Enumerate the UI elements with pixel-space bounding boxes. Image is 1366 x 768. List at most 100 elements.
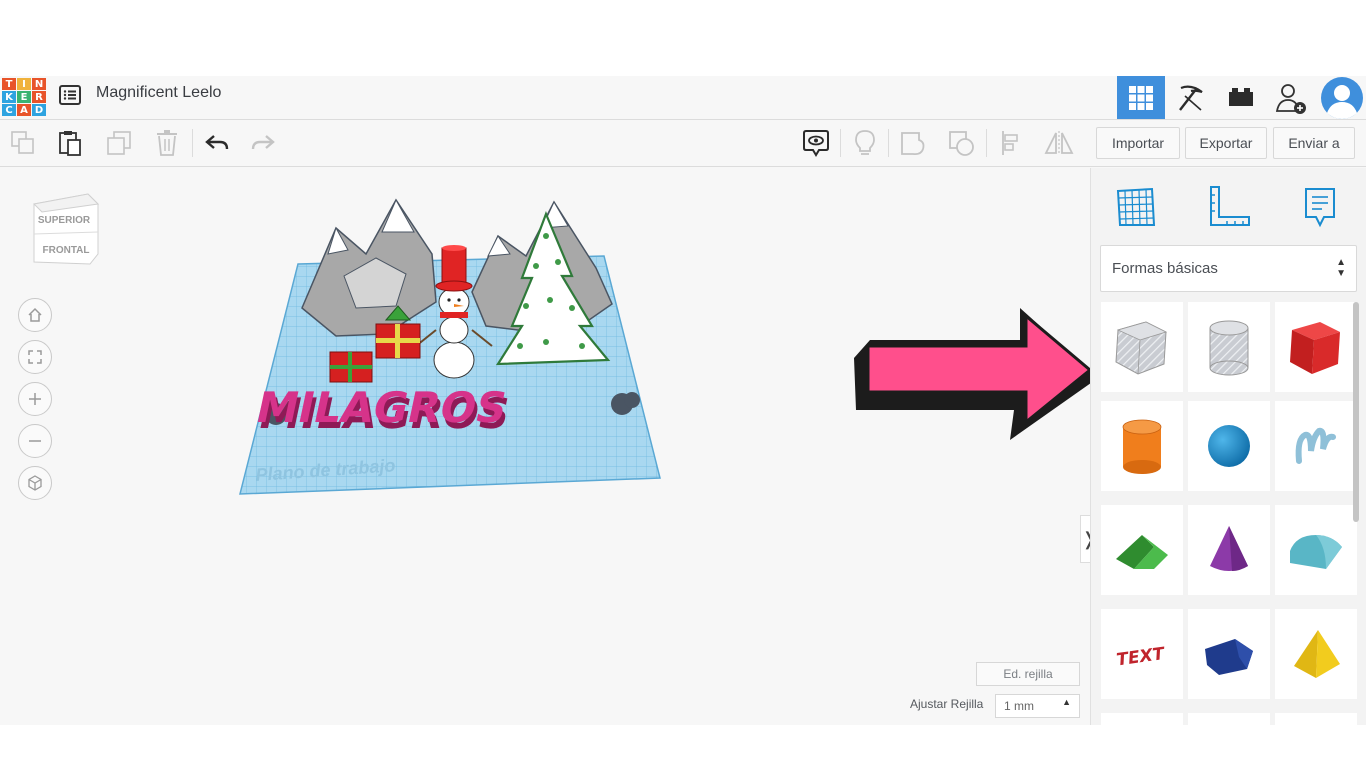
zoom-out-button[interactable]	[18, 424, 52, 458]
shape-box[interactable]	[1275, 302, 1357, 392]
shape-cylinder-hole[interactable]	[1188, 302, 1270, 392]
shape-cylinder[interactable]	[1101, 401, 1183, 491]
zoom-in-button[interactable]	[18, 382, 52, 416]
tinkercad-app: TINKERCAD Magnificent Leelo Importar Exp…	[0, 76, 1366, 725]
home-view-button[interactable]	[18, 298, 52, 332]
duplicate-button[interactable]	[96, 120, 142, 166]
notes-tab[interactable]	[1293, 180, 1347, 234]
shape-category-value: Formas básicas	[1112, 260, 1218, 277]
toolbar-divider	[986, 129, 987, 157]
shape-tile-partial[interactable]	[1188, 713, 1270, 725]
import-button[interactable]: Importar	[1096, 127, 1180, 159]
add-user-icon	[1275, 83, 1306, 114]
delete-icon	[157, 130, 177, 156]
shape-tile-partial[interactable]	[1101, 713, 1183, 725]
undo-icon	[205, 135, 229, 150]
shape-roof[interactable]	[1101, 505, 1183, 595]
snap-grid-value: 1 mm	[1004, 699, 1034, 713]
box-hole-icon	[1115, 321, 1168, 375]
text-icon: TEXT	[1115, 644, 1167, 671]
logo-letter: E	[17, 91, 31, 103]
top-header: TIN KER CAD Magnificent Leelo	[0, 76, 1366, 120]
shape-scribble[interactable]	[1275, 401, 1357, 491]
shape-text[interactable]: TEXT	[1101, 609, 1183, 699]
design-title[interactable]: Magnificent Leelo	[96, 84, 221, 102]
grid-view-button[interactable]	[1117, 76, 1165, 119]
perspective-button[interactable]	[18, 466, 52, 500]
duplicate-icon	[107, 131, 131, 155]
notes-icon	[1305, 188, 1335, 228]
bricks-button[interactable]	[1217, 76, 1265, 119]
model-text: MILAGROS	[252, 384, 512, 432]
viewcube-top-label: SUPERIOR	[38, 215, 91, 226]
align-icon	[1002, 131, 1018, 155]
3d-workspace[interactable]: SUPERIOR FRONTAL Plano de trabajo MILAGR…	[0, 168, 1098, 725]
shape-polygon[interactable]	[1188, 609, 1270, 699]
pink-arrow-annotation	[854, 308, 1098, 440]
roof-icon	[1116, 535, 1168, 569]
snap-grid-select[interactable]: 1 mm ▲	[995, 694, 1080, 718]
pickaxe-button[interactable]	[1167, 76, 1215, 119]
add-user-button[interactable]	[1267, 76, 1315, 119]
ruler-icon	[1210, 186, 1250, 226]
fit-view-button[interactable]	[18, 340, 52, 374]
edit-grid-button[interactable]: Ed. rejilla	[976, 662, 1080, 686]
paste-button[interactable]	[47, 120, 93, 166]
cylinder-hole-icon	[1209, 320, 1249, 376]
sphere-icon	[1208, 425, 1250, 467]
shape-round-roof[interactable]	[1275, 505, 1357, 595]
workplane-tab[interactable]	[1109, 180, 1163, 234]
delete-button[interactable]	[144, 120, 190, 166]
pyramid-icon	[1294, 630, 1340, 678]
pickaxe-icon	[1179, 85, 1203, 111]
shape-pyramid[interactable]	[1275, 609, 1357, 699]
notes-view-icon	[803, 130, 829, 157]
send-to-button[interactable]: Enviar a	[1273, 127, 1355, 159]
scene-view[interactable]: Plano de trabajo MILAGROS MILAGROS	[236, 196, 666, 496]
undo-button[interactable]	[194, 120, 240, 166]
logo-letter: A	[17, 104, 31, 116]
user-avatar[interactable]	[1318, 76, 1366, 119]
polygon-icon	[1205, 639, 1253, 675]
redo-button[interactable]	[240, 120, 286, 166]
zoom-in-icon	[29, 393, 41, 405]
light-bulb-icon	[855, 130, 875, 155]
logo-letter: R	[32, 91, 46, 103]
fit-view-icon	[28, 350, 42, 364]
round-roof-icon	[1290, 535, 1342, 569]
toolbar-divider	[192, 129, 193, 157]
box-icon	[1290, 322, 1340, 374]
logo-letter: D	[32, 104, 46, 116]
export-button[interactable]: Exportar	[1185, 127, 1267, 159]
logo-letter: K	[2, 91, 16, 103]
ungroup-icon	[949, 131, 974, 156]
scribble-icon	[1295, 427, 1336, 464]
ungroup-button[interactable]	[938, 120, 984, 166]
mirror-icon	[1044, 131, 1074, 155]
tinkercad-logo[interactable]: TIN KER CAD	[2, 78, 46, 117]
shape-tile-partial[interactable]	[1275, 713, 1357, 725]
copy-button[interactable]	[0, 120, 46, 166]
panel-scrollbar[interactable]	[1353, 302, 1359, 522]
light-bulb-button[interactable]	[842, 120, 888, 166]
paste-icon	[59, 131, 81, 156]
mountains-left[interactable]	[301, 198, 437, 337]
shape-category-select[interactable]: Formas básicas ▲ ▼	[1100, 245, 1357, 292]
notes-view-button[interactable]	[793, 120, 839, 166]
shapes-panel: Formas básicas ▲ ▼ TEXT	[1090, 168, 1366, 725]
toolbar-divider	[840, 129, 841, 157]
design-list-icon[interactable]	[58, 83, 82, 107]
shape-cone[interactable]	[1188, 505, 1270, 595]
copy-icon	[11, 131, 34, 154]
user-avatar-icon	[1321, 76, 1363, 119]
milagros-text[interactable]: MILAGROS MILAGROS	[252, 384, 514, 438]
align-button[interactable]	[988, 120, 1034, 166]
shape-sphere[interactable]	[1188, 401, 1270, 491]
zoom-out-icon	[29, 440, 41, 442]
group-button[interactable]	[890, 120, 936, 166]
mirror-button[interactable]	[1036, 120, 1082, 166]
shape-box-hole[interactable]	[1101, 302, 1183, 392]
ruler-tab[interactable]	[1201, 180, 1255, 234]
redo-icon	[251, 135, 275, 150]
view-cube[interactable]: SUPERIOR FRONTAL	[28, 190, 102, 272]
